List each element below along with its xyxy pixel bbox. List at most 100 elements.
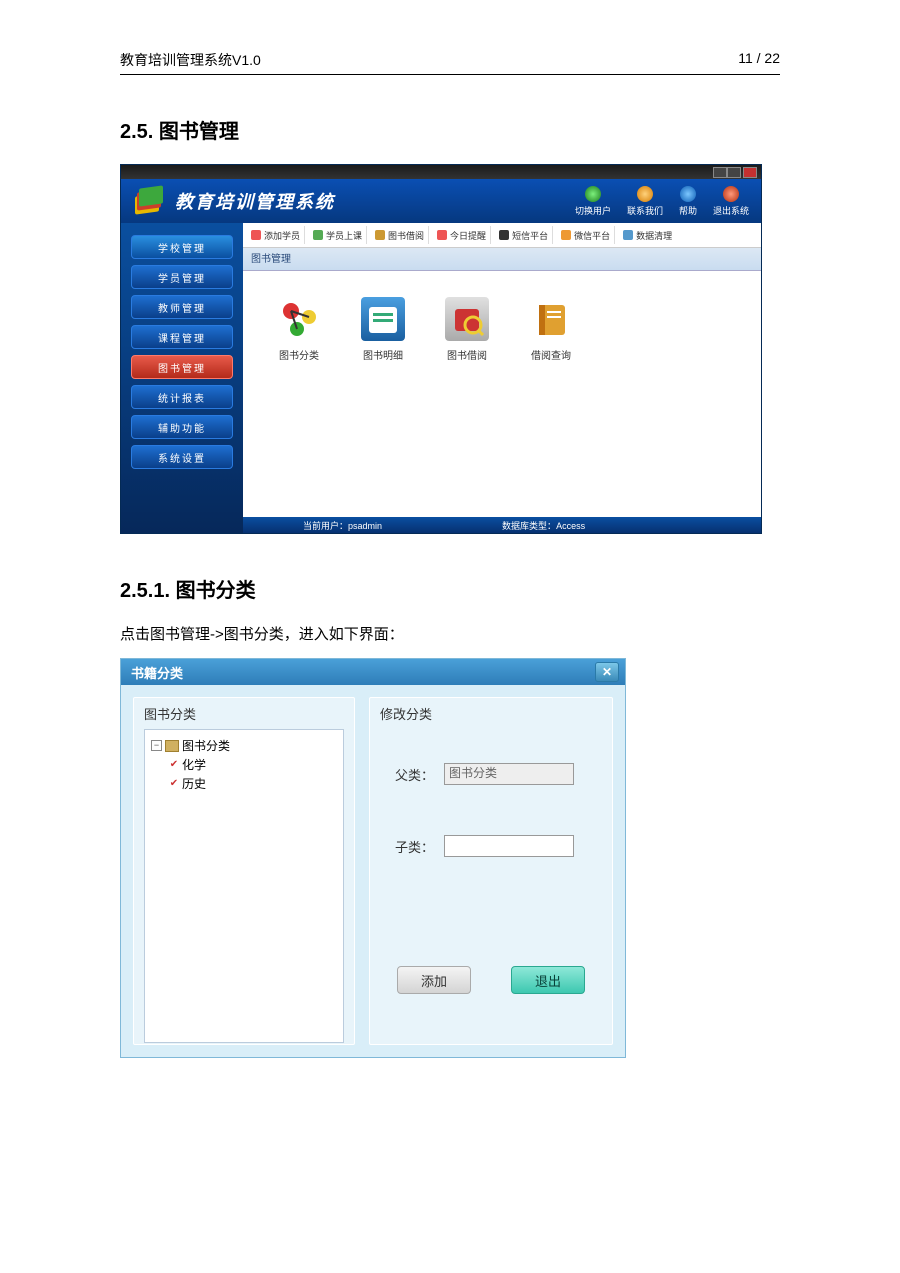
- folder-icon: [165, 740, 179, 752]
- tree-panel-label: 图书分类: [144, 704, 344, 723]
- module-icon: [529, 297, 573, 341]
- checkbox-icon[interactable]: ✔: [169, 779, 179, 789]
- maximize-icon[interactable]: [727, 167, 741, 178]
- child-label: 子类：: [390, 837, 434, 856]
- sidebar-item-2[interactable]: 课程管理: [131, 325, 233, 349]
- main-area: 添加学员学员上课图书借阅今日提醒短信平台微信平台数据清理 图书管理 图书分类图书…: [243, 223, 761, 533]
- toolbar-item[interactable]: 数据清理: [619, 226, 676, 244]
- doc-title: 教育培训管理系统V1.0: [120, 50, 261, 70]
- header-icon-glyph: [680, 186, 696, 202]
- toolbar-item-icon: [437, 230, 447, 240]
- tree-root-label: 图书分类: [182, 737, 230, 754]
- toolbar-item-label: 微信平台: [574, 229, 610, 242]
- checkbox-icon[interactable]: ✔: [169, 760, 179, 770]
- tree-item[interactable]: ✔化学: [151, 755, 337, 774]
- sidebar: 学校管理 学员管理教师管理课程管理图书管理统计报表辅助功能系统设置: [121, 223, 243, 533]
- tree-item-label: 历史: [182, 775, 206, 792]
- section-heading-2-5-1: 2.5.1. 图书分类: [120, 574, 780, 603]
- paragraph-2-5-1: 点击图书管理->图书分类，进入如下界面：: [120, 623, 780, 644]
- sidebar-item-4[interactable]: 统计报表: [131, 385, 233, 409]
- status-bar: 当前用户：psadmin 数据库类型：Access: [243, 517, 761, 533]
- module-icon: [445, 297, 489, 341]
- module-icon: [361, 297, 405, 341]
- toolbar-item-icon: [375, 230, 385, 240]
- sidebar-item-3[interactable]: 图书管理: [131, 355, 233, 379]
- module-label: 图书分类: [279, 347, 319, 362]
- toolbar-item-label: 图书借阅: [388, 229, 424, 242]
- tree-root-row[interactable]: − 图书分类: [151, 736, 337, 755]
- toolbar-item[interactable]: 短信平台: [495, 226, 553, 244]
- header-icon-glyph: [637, 186, 653, 202]
- sidebar-item-0[interactable]: 学员管理: [131, 265, 233, 289]
- module-图书分类[interactable]: 图书分类: [277, 297, 321, 362]
- module-label: 图书明细: [363, 347, 403, 362]
- header-icon-label: 退出系统: [713, 204, 749, 217]
- toolbar-item[interactable]: 图书借阅: [371, 226, 429, 244]
- content-panel: 图书管理 图书分类 图书明细 图书借阅 借阅查询: [243, 247, 761, 517]
- category-tree[interactable]: − 图书分类 ✔化学✔历史: [144, 729, 344, 1043]
- header-icon-退出系统[interactable]: 退出系统: [713, 186, 749, 217]
- document-header: 教育培训管理系统V1.0 11 / 22: [120, 50, 780, 75]
- parent-label: 父类：: [390, 765, 434, 784]
- close-icon[interactable]: [743, 167, 757, 178]
- toolbar-item[interactable]: 微信平台: [557, 226, 615, 244]
- minimize-icon[interactable]: [713, 167, 727, 178]
- toolbar-item-label: 今日提醒: [450, 229, 486, 242]
- section-heading-2-5: 2.5. 图书管理: [120, 115, 780, 144]
- header-icon-切换用户[interactable]: 切换用户: [575, 186, 611, 217]
- sidebar-header-button[interactable]: 学校管理: [131, 235, 233, 259]
- header-icon-glyph: [723, 186, 739, 202]
- tree-panel: 图书分类 − 图书分类 ✔化学✔历史: [133, 697, 355, 1045]
- toolbar-item-icon: [561, 230, 571, 240]
- module-grid: 图书分类 图书明细 图书借阅 借阅查询: [243, 271, 761, 388]
- sidebar-item-5[interactable]: 辅助功能: [131, 415, 233, 439]
- toolbar-item-icon: [623, 230, 633, 240]
- toolbar-item-icon: [251, 230, 261, 240]
- page-number: 11 / 22: [738, 50, 780, 70]
- edit-panel: 修改分类 父类： 图书分类 子类： 添加 退出: [369, 697, 613, 1045]
- tree-item[interactable]: ✔历史: [151, 774, 337, 793]
- exit-button[interactable]: 退出: [511, 966, 585, 994]
- dialog-title-text: 书籍分类: [131, 663, 183, 682]
- module-label: 借阅查询: [531, 347, 571, 362]
- app-header: 教育培训管理系统 切换用户 联系我们 帮助 退出系统: [121, 179, 761, 223]
- toolbar-item-label: 短信平台: [512, 229, 548, 242]
- toolbar-item[interactable]: 学员上课: [309, 226, 367, 244]
- add-button[interactable]: 添加: [397, 966, 471, 994]
- sidebar-item-6[interactable]: 系统设置: [131, 445, 233, 469]
- content-header: 图书管理: [243, 248, 761, 271]
- toolbar-item[interactable]: 今日提醒: [433, 226, 491, 244]
- child-input[interactable]: [444, 835, 574, 857]
- header-icon-帮助[interactable]: 帮助: [679, 186, 697, 217]
- category-dialog: 书籍分类 ✕ 图书分类 − 图书分类 ✔化学✔历史 修改分类 父类：: [120, 658, 626, 1058]
- toolbar-item-label: 数据清理: [636, 229, 672, 242]
- app-window: 教育培训管理系统 切换用户 联系我们 帮助 退出系统 学校管理 学员管理教师管理课程管…: [120, 164, 762, 534]
- header-icon-label: 帮助: [679, 204, 697, 217]
- parent-field: 图书分类: [444, 763, 574, 785]
- edit-panel-label: 修改分类: [380, 704, 602, 723]
- header-icon-label: 切换用户: [575, 204, 611, 217]
- sidebar-item-1[interactable]: 教师管理: [131, 295, 233, 319]
- close-icon[interactable]: ✕: [595, 662, 619, 682]
- header-icon-label: 联系我们: [627, 204, 663, 217]
- window-titlebar: [121, 165, 761, 179]
- logo-block: 教育培训管理系统: [133, 187, 335, 215]
- tree-item-label: 化学: [182, 756, 206, 773]
- module-图书明细[interactable]: 图书明细: [361, 297, 405, 362]
- dialog-titlebar: 书籍分类 ✕: [121, 659, 625, 685]
- module-借阅查询[interactable]: 借阅查询: [529, 297, 573, 362]
- toolbar-item-icon: [499, 230, 509, 240]
- header-icon-glyph: [585, 186, 601, 202]
- module-label: 图书借阅: [447, 347, 487, 362]
- header-icon-group: 切换用户 联系我们 帮助 退出系统: [575, 186, 749, 217]
- toolbar-item-icon: [313, 230, 323, 240]
- toolbar-item-label: 添加学员: [264, 229, 300, 242]
- module-icon: [277, 297, 321, 341]
- toolbar-item-label: 学员上课: [326, 229, 362, 242]
- module-图书借阅[interactable]: 图书借阅: [445, 297, 489, 362]
- expand-icon[interactable]: −: [151, 740, 162, 751]
- app-title: 教育培训管理系统: [175, 188, 335, 214]
- header-icon-联系我们[interactable]: 联系我们: [627, 186, 663, 217]
- toolbar-item[interactable]: 添加学员: [247, 226, 305, 244]
- toolbar: 添加学员 学员上课 图书借阅 今日提醒 短信平台 微信平台 数据清理: [243, 223, 761, 247]
